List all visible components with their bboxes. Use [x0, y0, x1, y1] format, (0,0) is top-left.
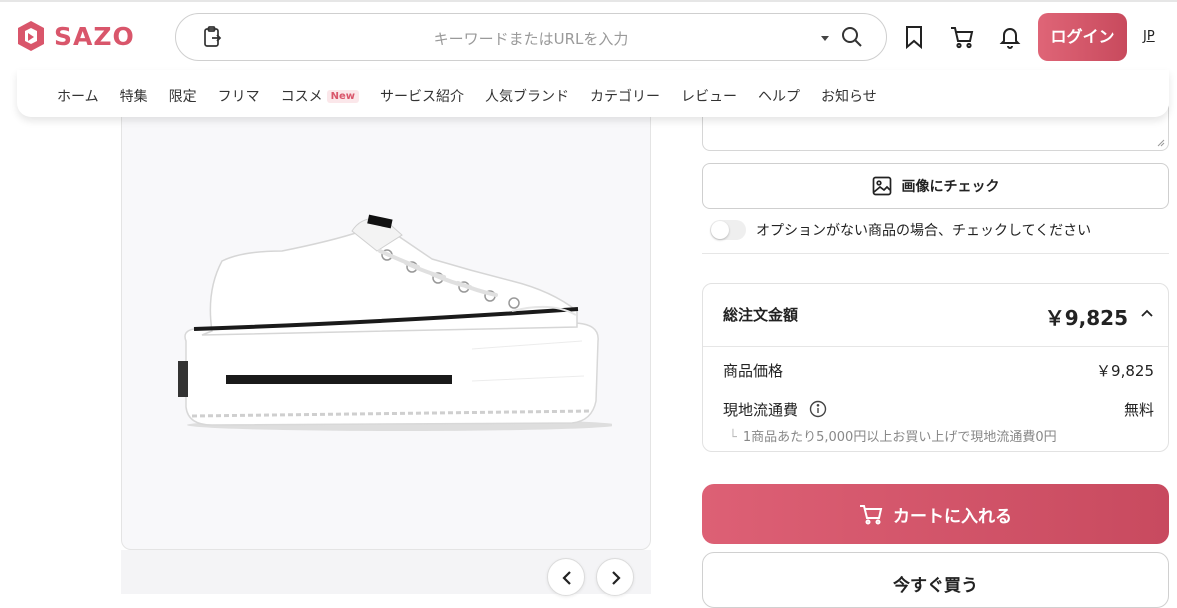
nav-label: コスメ [280, 89, 323, 105]
product-image [178, 214, 612, 431]
dropdown-caret-icon[interactable] [820, 34, 830, 42]
divider [702, 253, 1169, 254]
nav-label: カテゴリー [589, 89, 660, 105]
search-bar[interactable]: キーワードまたはURLを入力 [175, 13, 887, 61]
search-input[interactable]: キーワードまたはURLを入力 [176, 28, 886, 49]
nav-item-news[interactable]: お知らせ [821, 86, 877, 106]
buy-now-button[interactable]: 今すぐ買う [702, 552, 1169, 608]
prev-image-button[interactable] [547, 558, 585, 596]
item-price-row: 商品価格 ￥9,825 [723, 360, 1154, 381]
nav-item-category[interactable]: カテゴリー [590, 86, 660, 106]
add-to-cart-button[interactable]: カートに入れる [702, 484, 1169, 544]
login-button[interactable]: ログイン [1038, 13, 1127, 61]
info-icon[interactable] [809, 400, 827, 418]
nav-item-flea-market[interactable]: フリマ [218, 86, 260, 106]
item-price-value: ￥9,825 [1096, 362, 1154, 380]
total-value: ￥9,825 [1044, 306, 1128, 330]
nav-item-service[interactable]: サービス紹介 [380, 86, 464, 106]
resize-grip-icon[interactable] [1157, 139, 1165, 147]
shipping-label: 現地流通費 [723, 401, 799, 419]
no-option-row: オプションがない商品の場合、チェックしてください [710, 220, 1091, 240]
nav-item-home[interactable]: ホーム [57, 86, 99, 106]
nav-item-limited[interactable]: 限定 [169, 86, 197, 106]
nav-label: フリマ [217, 89, 260, 105]
shipping-note: └ 1商品あたり5,000円以上お買い上げで現地流通費0円 [729, 426, 1057, 445]
chevron-left-icon [562, 571, 571, 585]
image-icon [872, 176, 891, 196]
nav-item-brands[interactable]: 人気ブランド [485, 86, 569, 106]
chevron-right-icon [612, 571, 621, 585]
no-option-label: オプションがない商品の場合、チェックしてください [756, 223, 1092, 239]
nav-label: 限定 [168, 89, 197, 105]
nav-label: 人気ブランド [484, 89, 569, 105]
no-option-toggle[interactable] [710, 220, 746, 240]
nav-label: ヘルプ [757, 89, 800, 105]
shipping-row: 現地流通費 無料 [723, 399, 1154, 420]
search-icon[interactable] [840, 25, 864, 49]
language-selector[interactable]: JP [1143, 29, 1155, 44]
image-check-button[interactable]: 画像にチェック [702, 163, 1169, 209]
cart-icon[interactable] [950, 24, 974, 50]
total-header[interactable]: 総注文金額 ￥9,825 [703, 284, 1168, 347]
next-image-button[interactable] [596, 558, 634, 596]
note-branch-icon: └ [729, 430, 737, 445]
category-nav: ホーム 特集 限定 フリマ コスメ New サービス紹介 人気ブランド カテゴリー… [17, 70, 1169, 117]
item-price-label: 商品価格 [723, 362, 784, 380]
total-label: 総注文金額 [723, 306, 799, 324]
product-image-panel [121, 100, 651, 550]
cart-icon [860, 505, 883, 525]
top-border [0, 0, 1177, 2]
chevron-up-icon[interactable] [1140, 308, 1154, 318]
nav-item-review[interactable]: レビュー [681, 86, 737, 106]
order-summary-card: 総注文金額 ￥9,825 商品価格 ￥9,825 現地流通費 無料 └ 1商品あた… [702, 283, 1169, 452]
logo-icon [18, 21, 44, 51]
new-badge: New [326, 89, 359, 103]
shipping-value: 無料 [1123, 401, 1154, 419]
nav-item-features[interactable]: 特集 [120, 86, 148, 106]
bookmark-icon[interactable] [902, 24, 926, 50]
image-check-label: 画像にチェック [901, 179, 1000, 195]
shipping-note-text: 1商品あたり5,000円以上お買い上げで現地流通費0円 [742, 430, 1057, 445]
logo[interactable]: SAZO [16, 20, 135, 52]
nav-label: ホーム [57, 89, 99, 105]
bell-icon[interactable] [998, 24, 1022, 50]
nav-item-help[interactable]: ヘルプ [758, 86, 800, 106]
add-to-cart-label: カートに入れる [893, 506, 1012, 527]
logo-text: SAZO [54, 21, 135, 51]
nav-label: レビュー [680, 89, 737, 105]
nav-label: 特集 [119, 89, 148, 105]
buy-now-label: 今すぐ買う [893, 576, 978, 596]
nav-label: サービス紹介 [379, 89, 464, 105]
nav-label: お知らせ [820, 89, 877, 105]
toggle-knob [711, 221, 729, 239]
nav-item-cosme[interactable]: コスメ New [281, 86, 359, 106]
